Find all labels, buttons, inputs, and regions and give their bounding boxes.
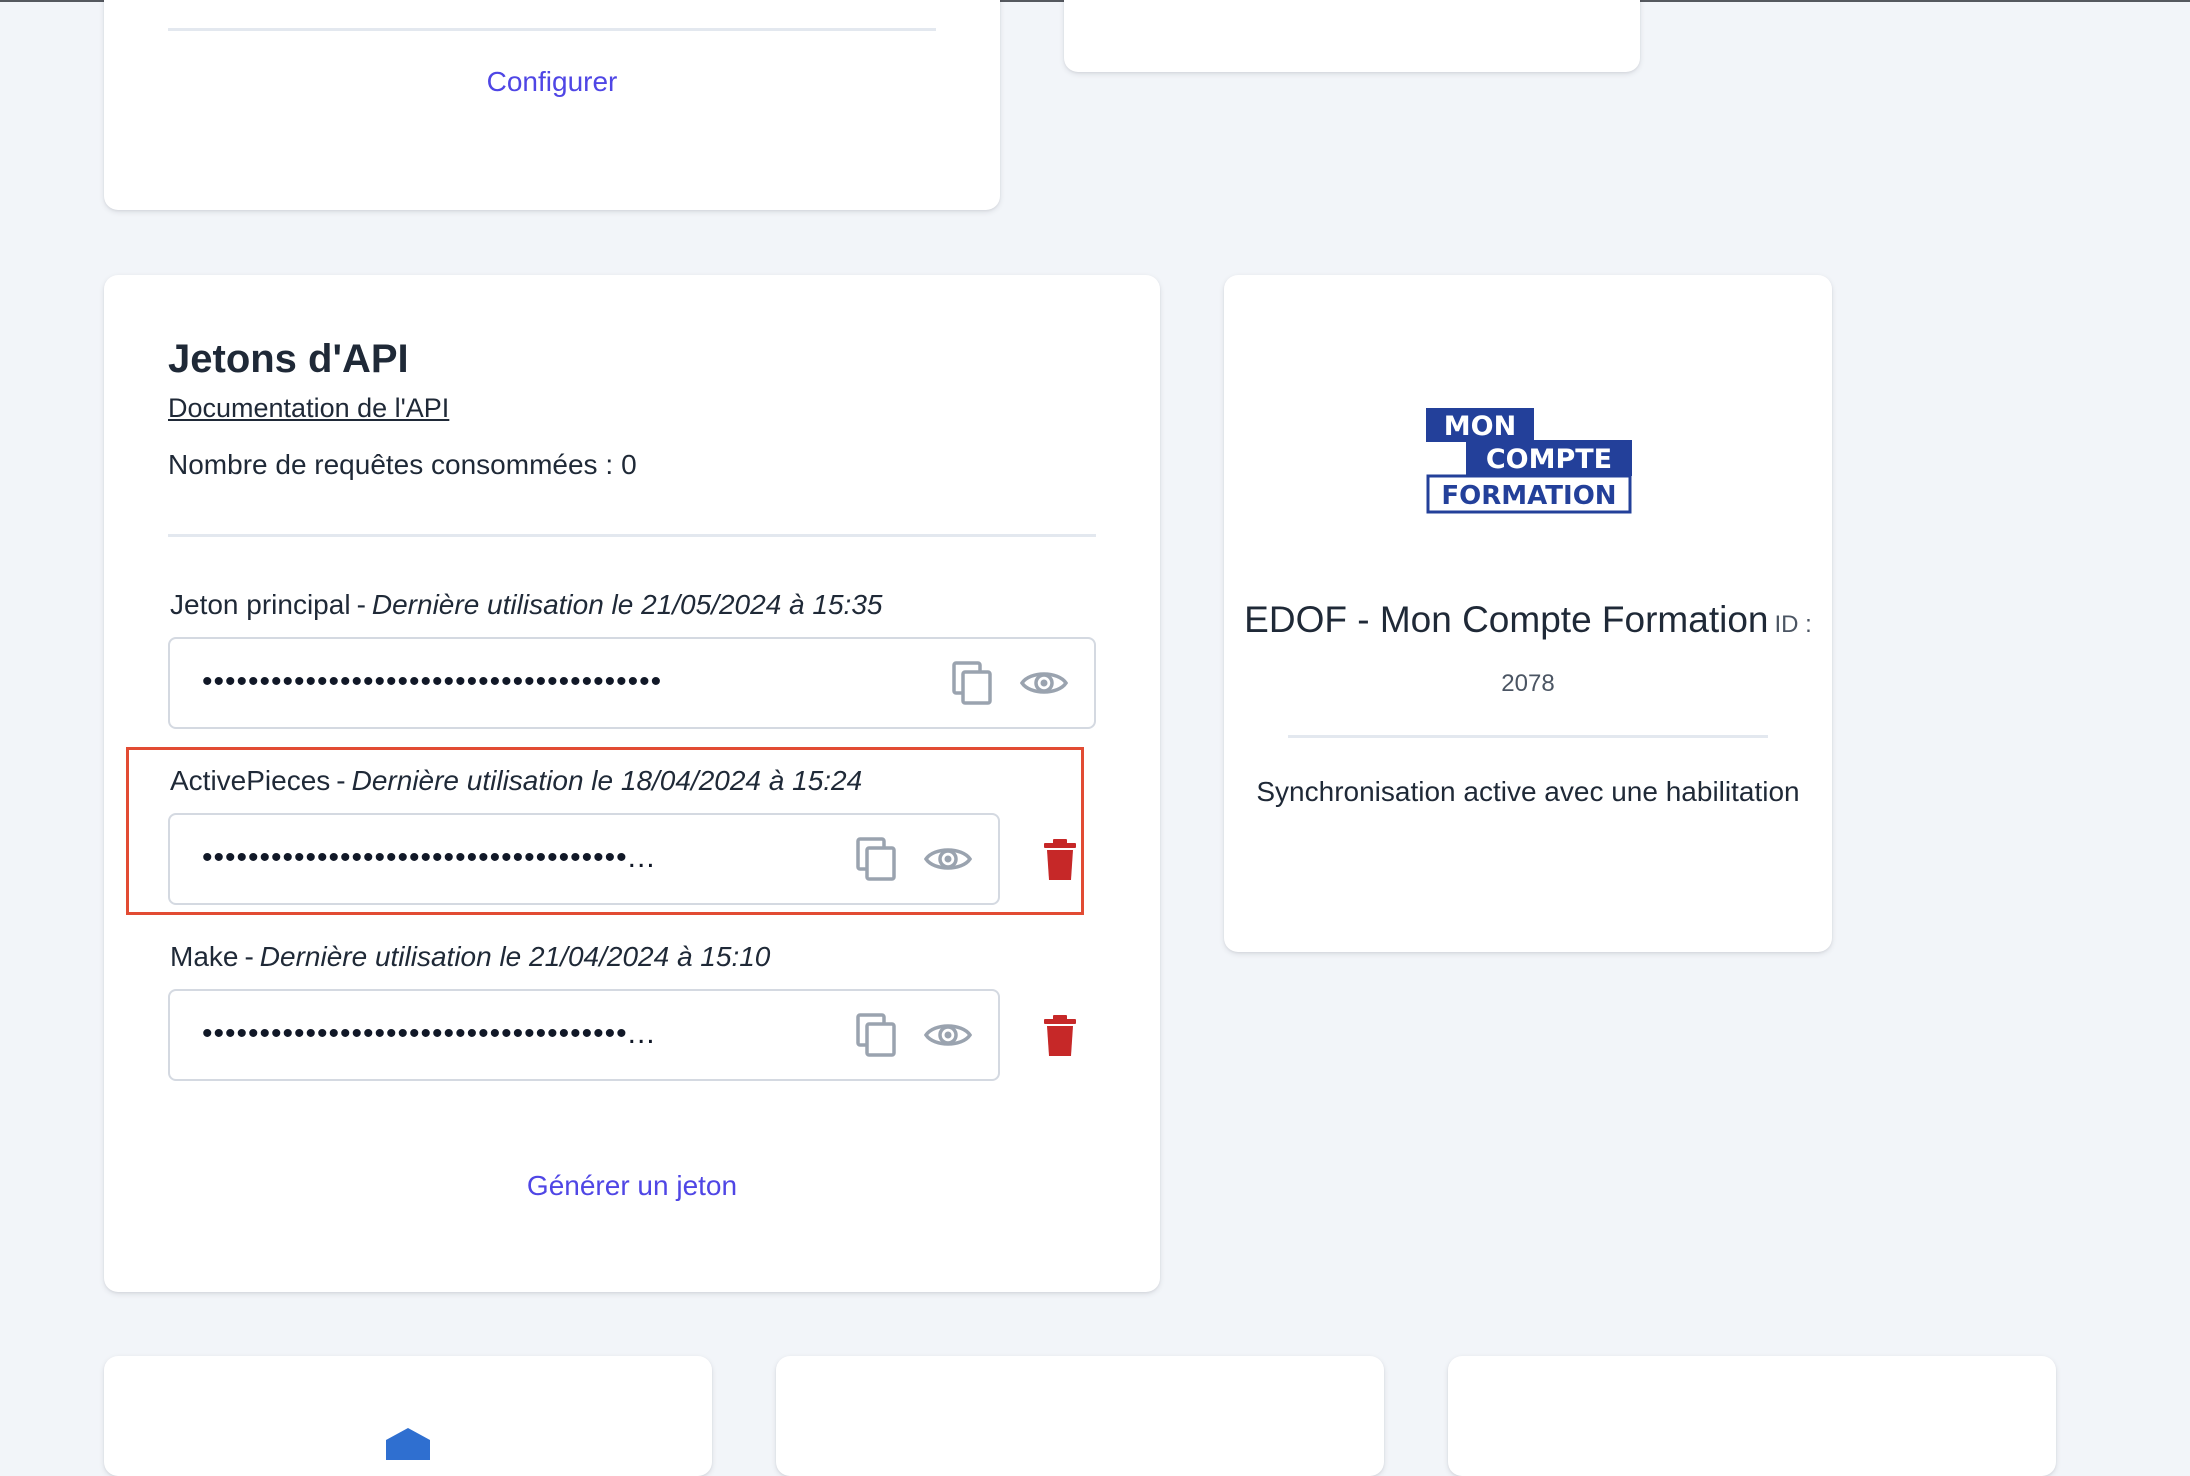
token-field-main[interactable]: •••••••••••••••••••••••••••••••••••••••• [168,637,1096,729]
edof-title: EDOF - Mon Compte Formation ID : 2078 [1224,593,1832,711]
token-name: ActivePieces [170,765,331,796]
token-name: Make [170,941,239,972]
edof-sync-status: Synchronisation active avec une habilita… [1256,776,1800,807]
copy-icon[interactable] [948,659,996,707]
mon-compte-formation-logo: MON COMPTE FORMATION [1426,408,1632,514]
token-masked-value: •••••••••••••••••••••••••••••••••••••••• [202,665,663,698]
card-divider [1288,735,1768,738]
generate-token-button[interactable]: Générer un jeton [104,1170,1160,1202]
edof-title-text: EDOF - Mon Compte Formation [1244,599,1769,640]
token-separator: - [356,589,366,620]
token-last-used: Dernière utilisation le 21/05/2024 à 15:… [371,589,883,620]
integration-card-bottom-3 [1448,1356,2056,1476]
token-label-make: Make - Dernière utilisation le 21/04/2024 … [170,941,770,973]
configure-button[interactable]: Configurer [104,66,1000,98]
token-last-used: Dernière utilisation le 18/04/2024 à 15:… [351,765,863,796]
edof-card: MON COMPTE FORMATION EDOF - Mon Compte F… [1224,275,1832,952]
token-label-activepieces: ActivePieces - Dernière utilisation le 18/… [170,765,862,797]
svg-text:FORMATION: FORMATION [1441,481,1616,511]
token-masked-value: •••••••••••••••••••••••••••••••••••••... [202,1017,656,1050]
trash-icon[interactable] [1040,1014,1080,1058]
token-separator: - [244,941,254,972]
copy-icon[interactable] [852,835,900,883]
svg-text:MON: MON [1444,411,1516,442]
eye-icon[interactable] [923,835,973,883]
shield-icon [380,1420,436,1476]
token-field-activepieces[interactable]: •••••••••••••••••••••••••••••••••••••... [168,813,1000,905]
copy-icon[interactable] [852,1011,900,1059]
token-masked-value: •••••••••••••••••••••••••••••••••••••... [202,841,656,874]
api-requests-value: 0 [621,449,637,480]
card-divider [168,534,1096,537]
token-separator: - [336,765,346,796]
token-field-make[interactable]: •••••••••••••••••••••••••••••••••••••... [168,989,1000,1081]
token-label-main: Jeton principal - Dernière utilisation le … [170,589,882,621]
api-requests-count: Nombre de requêtes consommées :0 [168,449,637,481]
integration-card-top-middle [1064,0,1640,72]
trash-icon[interactable] [1040,838,1080,882]
api-requests-label: Nombre de requêtes consommées : [168,449,614,480]
eye-icon[interactable] [1019,659,1069,707]
api-tokens-title: Jetons d'API [168,337,409,381]
token-name: Jeton principal [170,589,351,620]
integration-card-top: Configurer [104,0,1000,210]
integration-card-bottom-1 [104,1356,712,1476]
token-last-used: Dernière utilisation le 21/04/2024 à 15:… [259,941,771,972]
card-divider [168,28,936,31]
svg-text:COMPTE: COMPTE [1486,444,1612,475]
api-tokens-card: Jetons d'API Documentation de l'API Nomb… [104,275,1160,1292]
api-documentation-link[interactable]: Documentation de l'API [168,393,449,424]
integration-card-bottom-2 [776,1356,1384,1476]
eye-icon[interactable] [923,1011,973,1059]
